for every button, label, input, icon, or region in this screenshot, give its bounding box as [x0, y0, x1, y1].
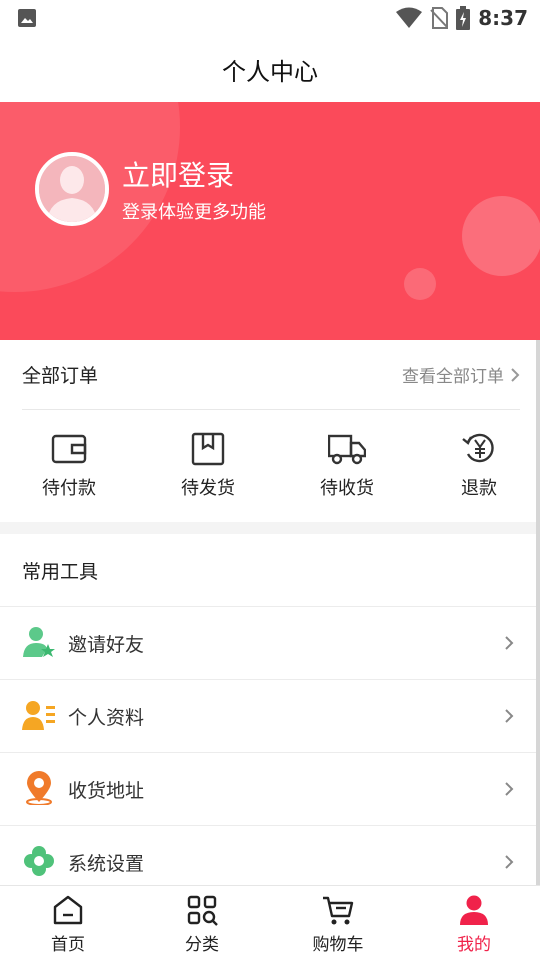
- order-pending-receipt[interactable]: 待收货: [302, 432, 392, 500]
- tool-profile[interactable]: 个人资料: [0, 679, 540, 752]
- order-pending-payment[interactable]: 待付款: [24, 432, 114, 500]
- nav-mine[interactable]: 我的: [429, 894, 519, 955]
- tool-shipping-address[interactable]: 收货地址: [0, 752, 540, 825]
- order-item-label: 待发货: [181, 478, 235, 499]
- login-subtitle: 登录体验更多功能: [122, 202, 266, 223]
- chevron-right-icon: [505, 636, 514, 650]
- image-notification-icon: [18, 9, 36, 27]
- chevron-right-icon: [505, 855, 514, 869]
- invite-friend-icon: [23, 627, 55, 657]
- avatar-placeholder-icon: [39, 156, 105, 222]
- title-bar: 个人中心: [0, 36, 540, 102]
- no-sim-icon: [430, 7, 449, 29]
- refund-icon: [462, 433, 494, 463]
- nav-label: 首页: [51, 935, 85, 955]
- chevron-right-icon: [505, 709, 514, 723]
- page-title: 个人中心: [222, 57, 318, 86]
- bottom-nav: 首页 分类 购物车 我的: [0, 885, 540, 960]
- nav-cart[interactable]: 购物车: [293, 894, 383, 955]
- view-all-orders-label: 查看全部订单: [402, 367, 504, 387]
- orders-card: 全部订单 查看全部订单 待付款 待发货 待收货 退款: [0, 340, 540, 522]
- truck-icon: [328, 434, 366, 465]
- orders-header: 全部订单 查看全部订单: [22, 340, 520, 410]
- settings-gear-icon: [24, 846, 54, 876]
- chevron-right-icon: [505, 782, 514, 796]
- chevron-right-icon: [511, 367, 520, 382]
- nav-label: 我的: [457, 935, 491, 955]
- orders-title: 全部订单: [22, 365, 99, 387]
- tools-title: 常用工具: [22, 560, 99, 583]
- decor-circle: [462, 196, 540, 276]
- order-refund[interactable]: 退款: [434, 432, 524, 500]
- status-icons: 8:37: [396, 5, 528, 31]
- tool-invite-friends[interactable]: 邀请好友: [0, 606, 540, 679]
- nav-category[interactable]: 分类: [157, 894, 247, 955]
- wallet-icon: [51, 434, 87, 464]
- decor-circle: [404, 268, 436, 300]
- box-icon: [191, 432, 225, 466]
- order-item-label: 退款: [461, 478, 497, 499]
- home-icon: [53, 895, 83, 925]
- location-pin-icon: [26, 771, 52, 805]
- tools-list: 邀请好友 个人资料 收货地址 系统设置: [0, 606, 540, 898]
- order-status-row: 待付款 待发货 待收货 退款: [0, 432, 540, 502]
- nav-label: 分类: [185, 935, 219, 955]
- view-all-orders-link[interactable]: 查看全部订单: [402, 362, 520, 387]
- tool-label: 个人资料: [68, 706, 145, 729]
- wifi-icon: [396, 7, 423, 28]
- profile-banner[interactable]: 立即登录 登录体验更多功能: [0, 102, 540, 340]
- section-divider: [0, 522, 540, 534]
- tool-label: 邀请好友: [68, 633, 145, 656]
- profile-card-icon: [22, 701, 55, 730]
- avatar[interactable]: [35, 152, 109, 226]
- nav-home[interactable]: 首页: [23, 894, 113, 955]
- login-title[interactable]: 立即登录: [122, 154, 234, 194]
- order-item-label: 待收货: [320, 478, 374, 499]
- status-time: 8:37: [478, 6, 528, 30]
- user-icon: [460, 895, 488, 925]
- category-icon: [187, 895, 218, 926]
- order-item-label: 待付款: [42, 478, 96, 499]
- tool-label: 收货地址: [68, 779, 145, 802]
- tool-label: 系统设置: [68, 852, 145, 875]
- nav-label: 购物车: [312, 935, 364, 955]
- order-pending-shipment[interactable]: 待发货: [163, 432, 253, 500]
- battery-charging-icon: [456, 6, 471, 30]
- cart-icon: [323, 896, 354, 925]
- scrollbar[interactable]: [536, 340, 540, 920]
- status-bar: 8:37: [0, 0, 540, 36]
